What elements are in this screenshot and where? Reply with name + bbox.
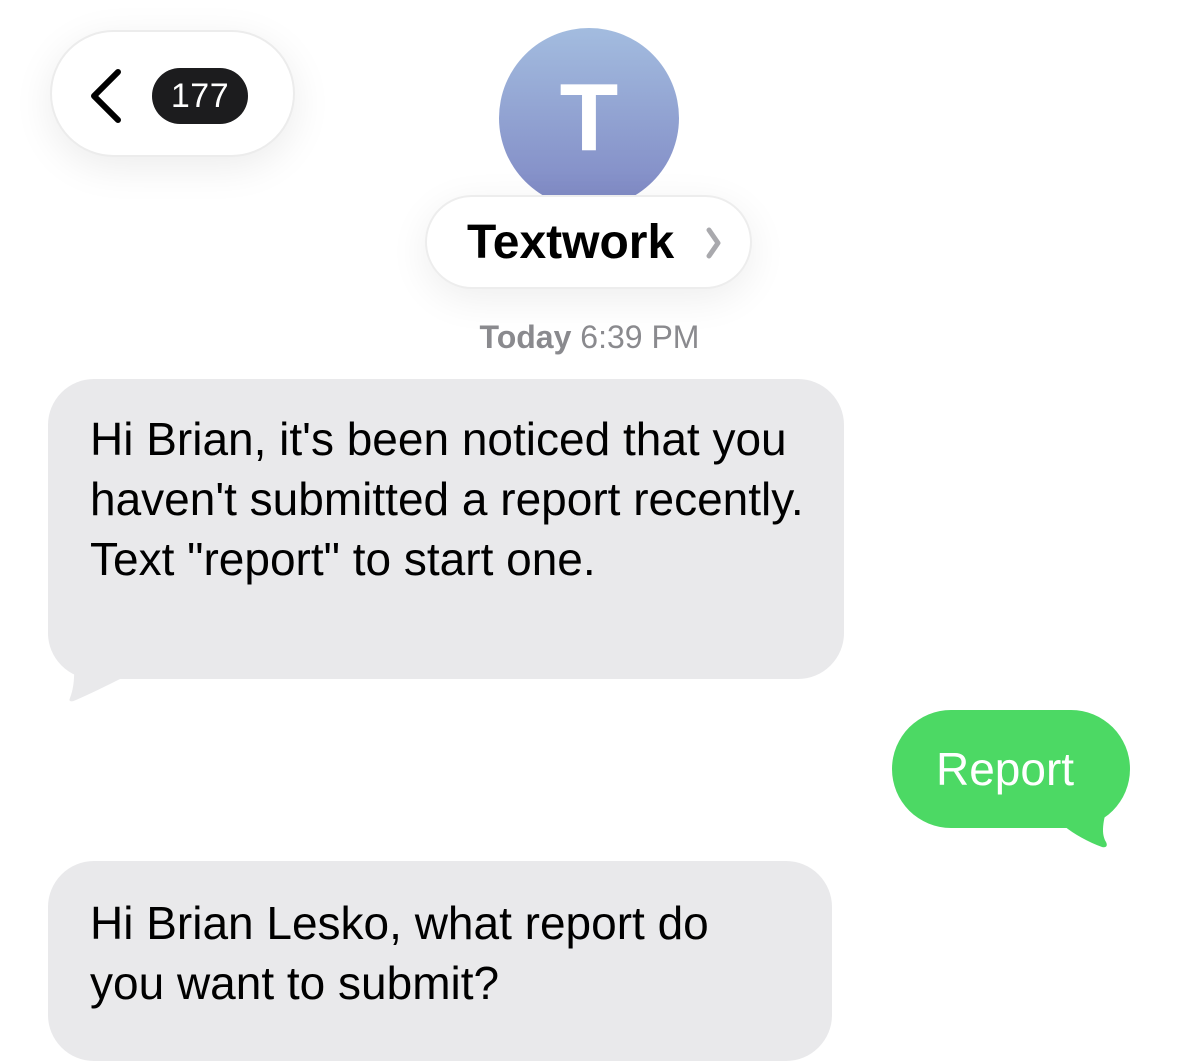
chevron-right-icon xyxy=(706,227,721,259)
message-bubble-incoming[interactable]: Hi Brian Lesko, what report do you want … xyxy=(48,861,832,1061)
chevron-left-icon xyxy=(91,69,121,123)
message-bubble-incoming[interactable]: Hi Brian, it's been noticed that you hav… xyxy=(48,379,844,679)
contact-avatar[interactable]: T xyxy=(499,28,679,208)
timestamp-day: Today xyxy=(479,319,572,355)
contact-name-button[interactable]: Textwork xyxy=(425,195,752,289)
timestamp-time: 6:39 PM xyxy=(580,319,700,355)
message-bubble-outgoing[interactable]: Report xyxy=(892,710,1130,828)
unread-count-badge: 177 xyxy=(152,68,248,124)
message-timestamp: Today 6:39 PM xyxy=(0,315,1179,359)
contact-name: Textwork xyxy=(467,216,675,269)
back-button[interactable]: 177 xyxy=(50,30,295,157)
